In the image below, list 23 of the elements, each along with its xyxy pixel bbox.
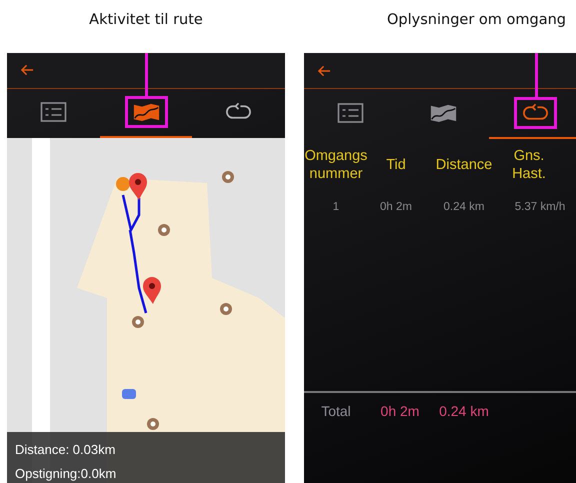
map-route-icon	[132, 102, 160, 122]
annotation-caption: Aktivitet til rute	[89, 12, 203, 28]
total-value: 0h 2m	[380, 403, 420, 419]
stat-text: Opstigning:0.0km	[15, 466, 118, 482]
table-cell: 1	[332, 201, 340, 213]
stat-text: Distance: 0.03km	[15, 442, 116, 458]
column-header: Tid	[386, 156, 406, 174]
back-arrow-icon[interactable]	[318, 64, 331, 76]
total-label: Total	[321, 403, 351, 419]
table-cell: 0.24 km	[444, 201, 484, 213]
table-cell: 0h 2m	[380, 201, 412, 213]
column-header: Distance	[436, 156, 492, 174]
list-icon	[336, 103, 364, 123]
table-cell: 5.37 km/h	[514, 201, 566, 213]
total-value: 0.24 km	[439, 403, 489, 419]
map-route-icon	[430, 103, 456, 123]
leader-line	[145, 53, 148, 97]
column-header: Omgangs nummer	[304, 147, 368, 183]
back-arrow-icon[interactable]	[21, 64, 34, 76]
column-header: Gns. Hast.	[511, 147, 547, 183]
list-icon	[40, 102, 67, 122]
leader-line	[534, 53, 538, 97]
annotation-caption: Oplysninger om omgang	[387, 12, 566, 28]
